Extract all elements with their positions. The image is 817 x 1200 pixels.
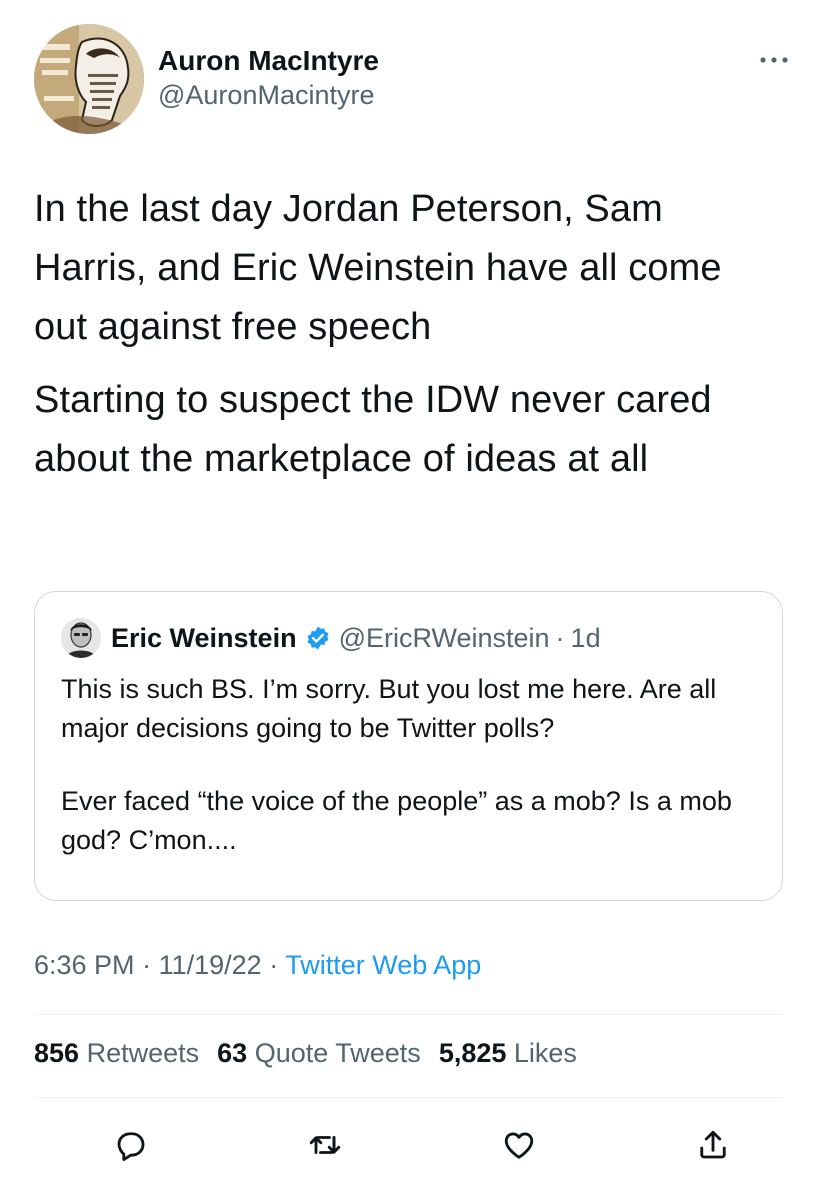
quoted-separator: · xyxy=(555,622,565,653)
tweet-source-link[interactable]: Twitter Web App xyxy=(285,950,481,980)
tweet-paragraph: Starting to suspect the IDW never cared … xyxy=(34,379,712,480)
quoted-tweet-text: This is such BS. I’m sorry. But you lost… xyxy=(61,670,761,860)
like-button[interactable] xyxy=(494,1120,544,1170)
quoted-tweet-header: Eric Weinstein @EricRWeinstein · 1d xyxy=(61,618,601,658)
share-button[interactable] xyxy=(688,1120,738,1170)
verified-badge-icon xyxy=(305,625,331,651)
retweet-button[interactable] xyxy=(300,1120,350,1170)
tweet-actions xyxy=(34,1110,783,1180)
tweet-text: In the last day Jordan Peterson, Sam Har… xyxy=(34,180,784,489)
tweet-detail: Auron MacIntyre @AuronMacintyre In the l… xyxy=(0,0,817,1200)
likes-count: 5,825 xyxy=(438,1038,507,1068)
author-handle[interactable]: @AuronMacintyre xyxy=(158,78,379,112)
quotes-stat[interactable]: 63 Quote Tweets xyxy=(217,1038,421,1069)
quoted-time: 1d xyxy=(570,622,601,653)
tweet-time[interactable]: 6:36 PM xyxy=(34,950,135,980)
tweet-stats: 856 Retweets 63 Quote Tweets 5,825 Likes xyxy=(34,1038,595,1069)
tweet-meta: 6:36 PM · 11/19/22 · Twitter Web App xyxy=(34,950,481,981)
divider xyxy=(34,1014,783,1015)
quoted-avatar-image xyxy=(61,618,101,658)
retweets-stat[interactable]: 856 Retweets xyxy=(34,1038,199,1069)
quotes-label: Quote Tweets xyxy=(254,1038,421,1068)
meta-separator: · xyxy=(269,950,279,980)
retweet-icon xyxy=(309,1136,341,1154)
likes-stat[interactable]: 5,825 Likes xyxy=(439,1038,577,1069)
divider xyxy=(34,1097,783,1098)
quotes-count: 63 xyxy=(217,1038,248,1068)
reply-icon xyxy=(117,1132,145,1161)
quoted-tweet-card[interactable]: Eric Weinstein @EricRWeinstein · 1d This… xyxy=(34,591,783,901)
like-icon xyxy=(504,1132,534,1159)
likes-label: Likes xyxy=(513,1038,577,1068)
tweet-date[interactable]: 11/19/22 xyxy=(159,950,262,980)
quoted-handle: @EricRWeinstein xyxy=(338,622,550,653)
retweets-count: 856 xyxy=(34,1038,80,1068)
tweet-header: Auron MacIntyre @AuronMacintyre xyxy=(34,24,794,134)
author-names: Auron MacIntyre @AuronMacintyre xyxy=(158,44,379,112)
more-options-button[interactable] xyxy=(754,48,794,72)
quoted-display-name: Eric Weinstein xyxy=(111,622,297,653)
avatar-collage-image xyxy=(34,24,144,134)
quoted-author-avatar xyxy=(61,618,101,658)
retweets-label: Retweets xyxy=(86,1038,200,1068)
author-avatar[interactable] xyxy=(34,24,144,134)
quoted-paragraph: Ever faced “the voice of the people” as … xyxy=(61,786,732,855)
quoted-paragraph: This is such BS. I’m sorry. But you lost… xyxy=(61,674,717,743)
meta-separator: · xyxy=(142,950,152,980)
reply-button[interactable] xyxy=(106,1120,156,1170)
author-display-name[interactable]: Auron MacIntyre xyxy=(158,44,379,78)
more-horizontal-icon xyxy=(760,57,788,63)
share-icon xyxy=(700,1130,726,1159)
tweet-paragraph: In the last day Jordan Peterson, Sam Har… xyxy=(34,188,722,348)
